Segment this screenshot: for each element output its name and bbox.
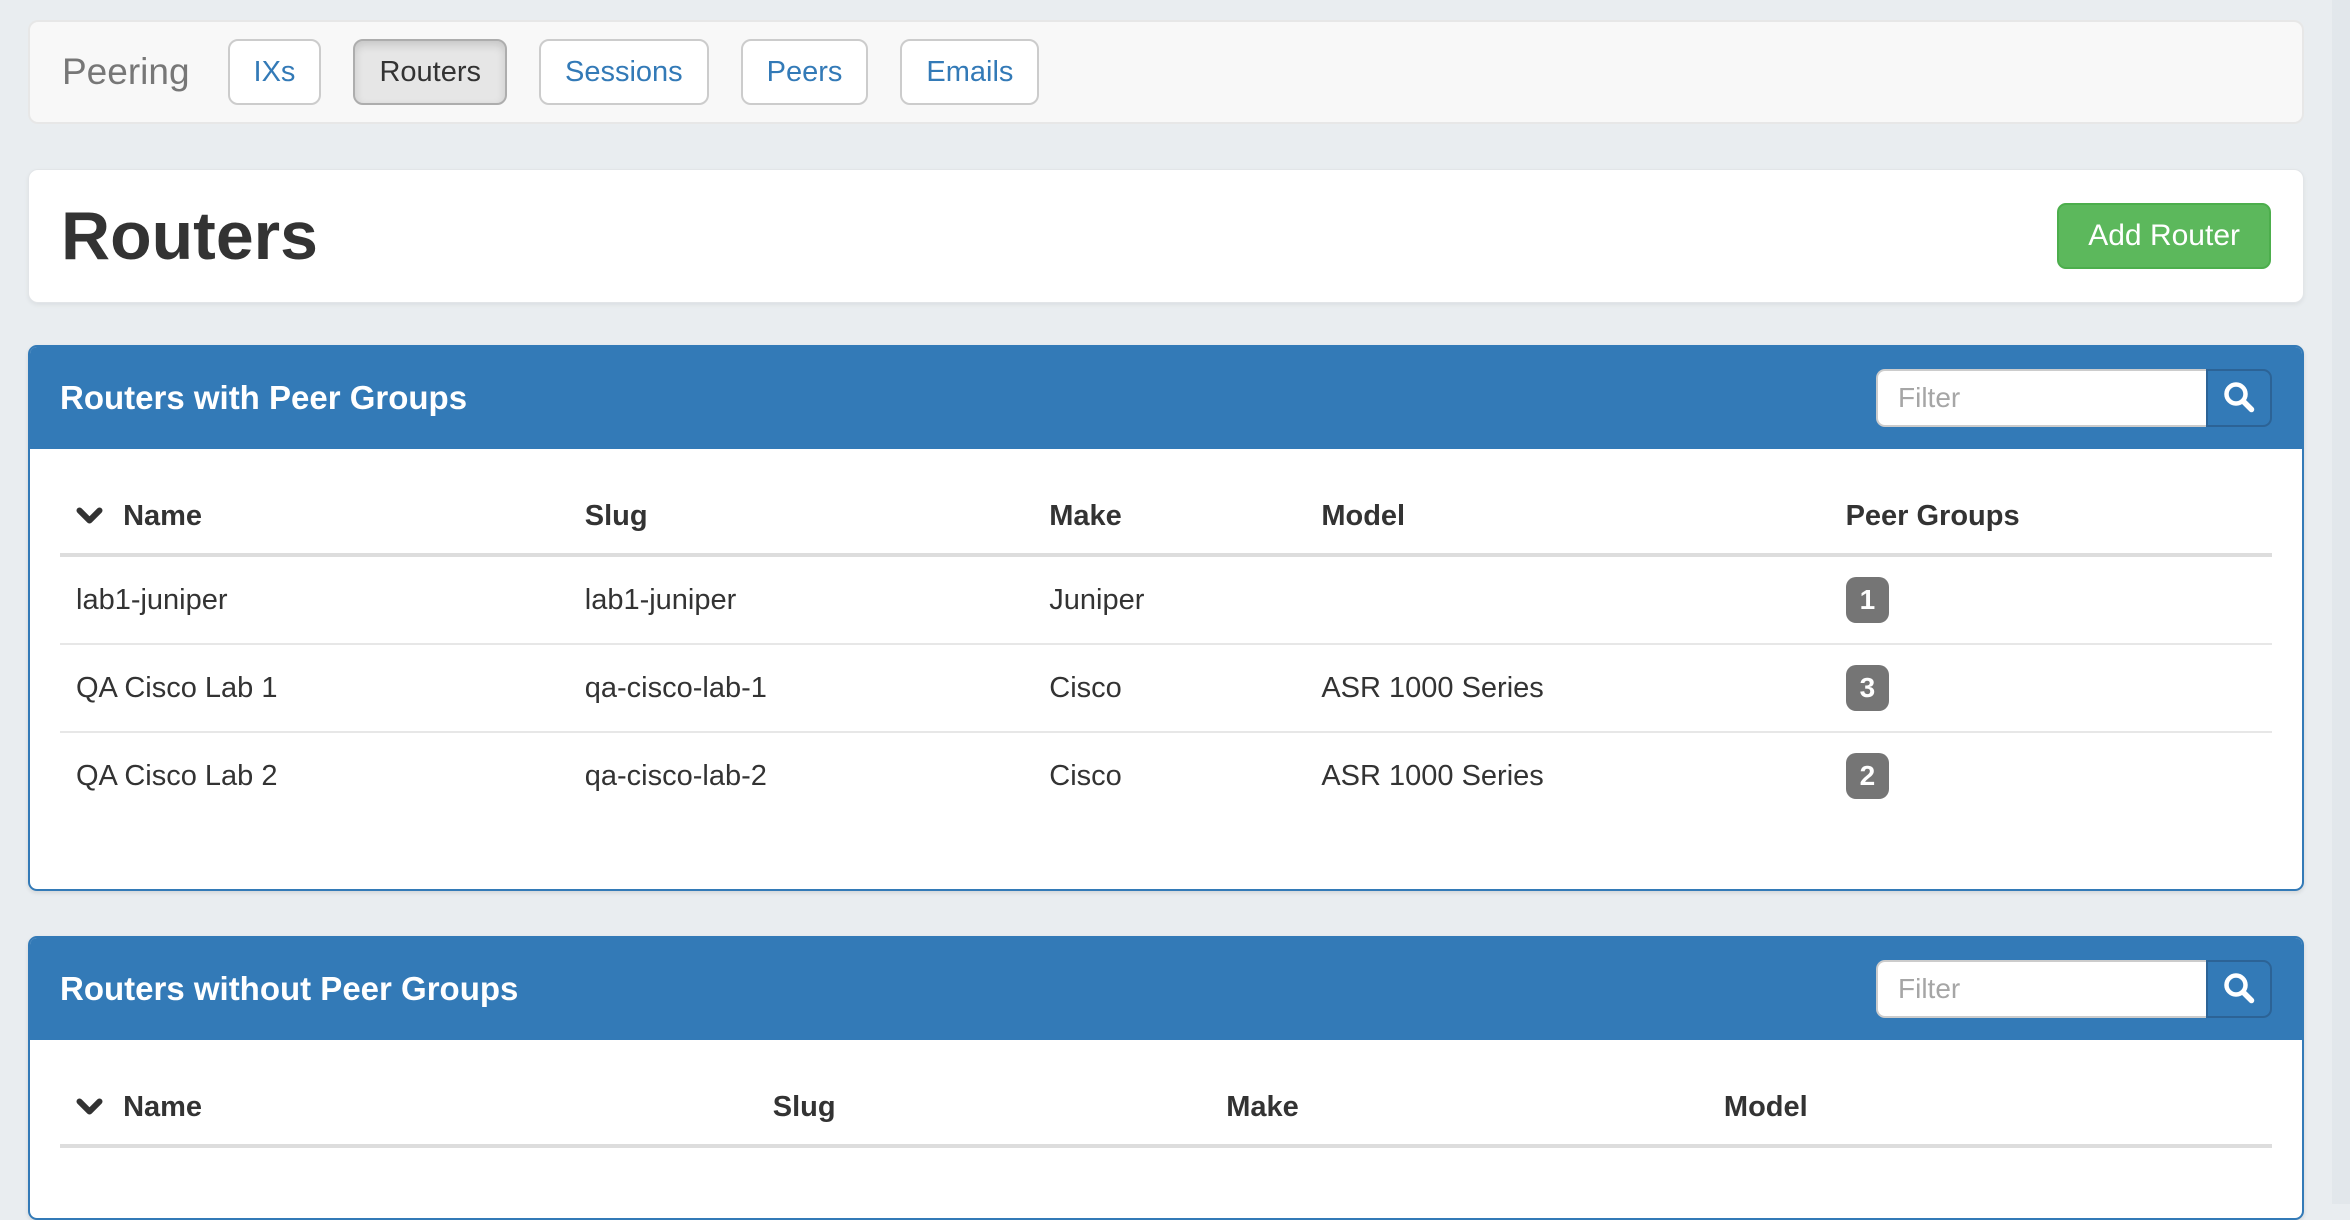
nav-tabs: IXs Routers Sessions Peers Emails — [228, 39, 1040, 105]
chevron-down-icon — [76, 1090, 103, 1124]
cell-make: Juniper — [1033, 555, 1305, 644]
routers-without-peer-groups-table: Name Slug Make Model — [60, 1070, 2272, 1148]
column-label: Model — [1724, 1091, 1808, 1123]
nav-tab-routers[interactable]: Routers — [353, 39, 507, 105]
filter-group — [1876, 369, 2272, 427]
column-label: Peer Groups — [1846, 500, 2020, 532]
table-row[interactable]: QA Cisco Lab 1qa-cisco-lab-1CiscoASR 100… — [60, 644, 2272, 732]
peer-groups-badge: 2 — [1846, 753, 1890, 799]
panel-routers-without-peer-groups: Routers without Peer Groups Name Slug Make… — [28, 936, 2304, 1220]
page-header: Routers Add Router — [28, 169, 2304, 303]
page-container: Peering IXs Routers Sessions Peers Emails Ro… — [28, 0, 2304, 1220]
cell-peer-groups: 1 — [1830, 555, 2272, 644]
cell-make: Cisco — [1033, 732, 1305, 819]
column-header-model[interactable]: Model — [1708, 1070, 2272, 1146]
table-row[interactable]: QA Cisco Lab 2qa-cisco-lab-2CiscoASR 100… — [60, 732, 2272, 819]
column-label: Make — [1049, 500, 1122, 532]
cell-model: ASR 1000 Series — [1305, 732, 1829, 819]
cell-name: lab1-juniper — [60, 555, 569, 644]
column-header-make[interactable]: Make — [1210, 1070, 1708, 1146]
column-header-slug[interactable]: Slug — [757, 1070, 1210, 1146]
filter-group — [1876, 960, 2272, 1018]
table-row[interactable]: lab1-juniperlab1-juniperJuniper1 — [60, 555, 2272, 644]
panel-routers-with-peer-groups: Routers with Peer Groups Name Slug Make Mod… — [28, 345, 2304, 891]
filter-input[interactable] — [1876, 369, 2206, 427]
cell-peer-groups: 2 — [1830, 732, 2272, 819]
cell-name: QA Cisco Lab 2 — [60, 732, 569, 819]
top-navbar: Peering IXs Routers Sessions Peers Emails — [28, 20, 2304, 124]
column-label: Name — [123, 1091, 202, 1123]
column-header-name[interactable]: Name — [60, 1070, 757, 1146]
peer-groups-badge: 3 — [1846, 665, 1890, 711]
browser-scrollbar-track[interactable] — [2332, 0, 2350, 1204]
cell-peer-groups: 3 — [1830, 644, 2272, 732]
nav-tab-peers[interactable]: Peers — [741, 39, 869, 105]
column-header-make[interactable]: Make — [1033, 479, 1305, 555]
filter-input[interactable] — [1876, 960, 2206, 1018]
cell-slug: lab1-juniper — [569, 555, 1034, 644]
chevron-down-icon — [76, 499, 103, 533]
column-header-peer-groups[interactable]: Peer Groups — [1830, 479, 2272, 555]
add-router-button[interactable]: Add Router — [2057, 203, 2271, 269]
column-label: Name — [123, 500, 202, 532]
cell-model: ASR 1000 Series — [1305, 644, 1829, 732]
cell-make: Cisco — [1033, 644, 1305, 732]
filter-search-button[interactable] — [2206, 960, 2272, 1018]
magnifier-icon — [2221, 970, 2257, 1009]
filter-search-button[interactable] — [2206, 369, 2272, 427]
panel-body: Name Slug Make Model Peer Groups lab1-junipe… — [30, 449, 2302, 889]
column-label: Make — [1226, 1091, 1299, 1123]
nav-tab-emails[interactable]: Emails — [900, 39, 1039, 105]
cell-slug: qa-cisco-lab-1 — [569, 644, 1034, 732]
panel-body: Name Slug Make Model — [30, 1040, 2302, 1218]
column-label: Slug — [773, 1091, 836, 1123]
column-header-slug[interactable]: Slug — [569, 479, 1034, 555]
column-header-name[interactable]: Name — [60, 479, 569, 555]
magnifier-icon — [2221, 379, 2257, 418]
panel-title: Routers with Peer Groups — [60, 379, 467, 417]
table-header-row: Name Slug Make Model Peer Groups — [60, 479, 2272, 555]
column-header-model[interactable]: Model — [1305, 479, 1829, 555]
routers-with-peer-groups-table: Name Slug Make Model Peer Groups lab1-junipe… — [60, 479, 2272, 819]
column-label: Model — [1321, 500, 1405, 532]
cell-name: QA Cisco Lab 1 — [60, 644, 569, 732]
app-brand: Peering — [30, 51, 228, 93]
cell-model — [1305, 555, 1829, 644]
page-title: Routers — [61, 197, 318, 275]
nav-tab-sessions[interactable]: Sessions — [539, 39, 709, 105]
table-header-row: Name Slug Make Model — [60, 1070, 2272, 1146]
panel-heading: Routers with Peer Groups — [30, 347, 2302, 449]
peer-groups-badge: 1 — [1846, 577, 1890, 623]
cell-slug: qa-cisco-lab-2 — [569, 732, 1034, 819]
panel-heading: Routers without Peer Groups — [30, 938, 2302, 1040]
column-label: Slug — [585, 500, 648, 532]
nav-tab-ixs[interactable]: IXs — [228, 39, 322, 105]
panel-title: Routers without Peer Groups — [60, 970, 518, 1008]
